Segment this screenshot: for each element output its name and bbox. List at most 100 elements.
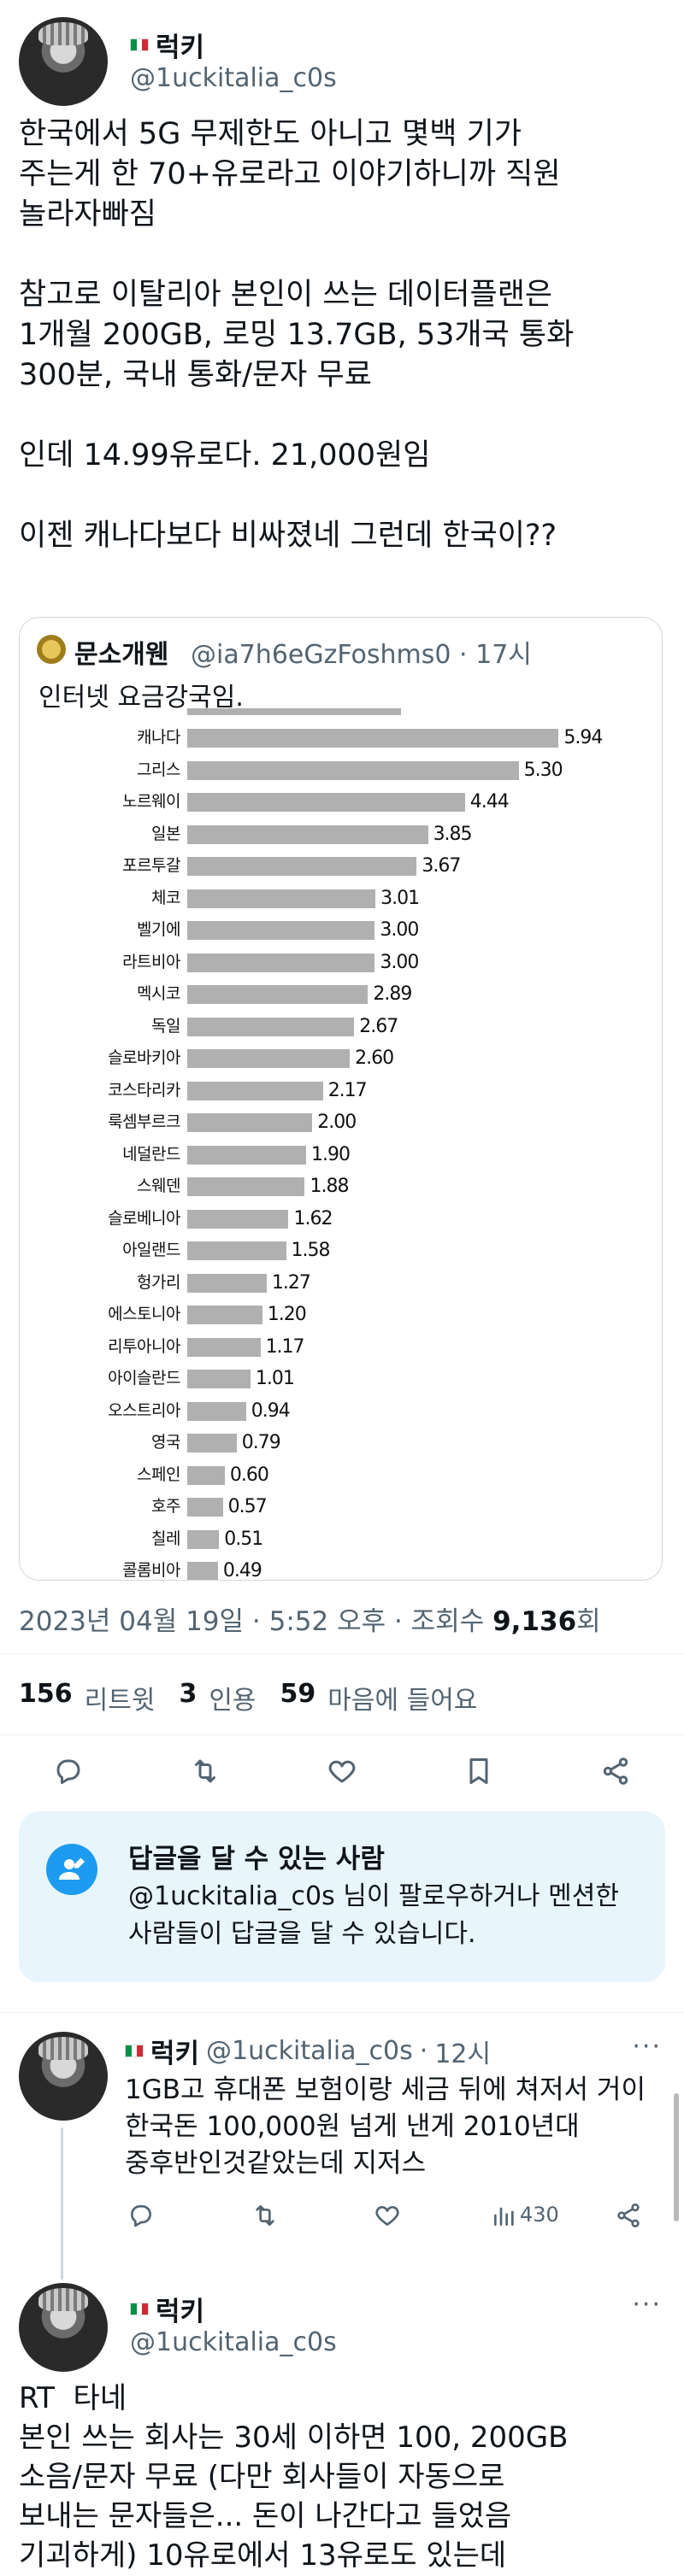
chart-value-label: 1.01 xyxy=(255,1368,295,1389)
more-options-button[interactable]: ··· xyxy=(632,2290,662,2320)
reply-handle[interactable]: @1uckitalia_c0s xyxy=(206,2036,413,2066)
chart-category-label: 영국 xyxy=(151,1433,180,1452)
reply-time[interactable]: 12시 xyxy=(434,2033,491,2070)
chart-bar xyxy=(187,760,519,780)
reply-handle[interactable]: @1uckitalia_c0s xyxy=(130,2327,337,2357)
reply-button[interactable] xyxy=(47,1750,90,1793)
chart-value-label: 1.17 xyxy=(265,1335,305,1358)
dot-separator: · xyxy=(419,2036,428,2066)
like-icon xyxy=(328,1760,356,1783)
chart-row: 스페인 0.60 xyxy=(20,1459,662,1491)
share-button[interactable] xyxy=(594,1750,637,1793)
display-name[interactable]: 럭키 xyxy=(156,26,204,64)
tweet-timestamp[interactable]: 2023년 04월 19일 · 5:52 오후 · 조회수 9,136회 xyxy=(19,1599,601,1638)
chart-category-label: 포르투갈 xyxy=(122,856,180,875)
chart-value-label: 2.89 xyxy=(373,983,412,1005)
chart-bar xyxy=(187,1370,251,1388)
share-button[interactable] xyxy=(607,2194,650,2237)
chart-category-label: 슬로베니아 xyxy=(108,1208,180,1228)
like-button[interactable] xyxy=(366,2194,409,2237)
notice-title: 답글을 달 수 있는 사람 xyxy=(128,1844,385,1875)
retweet-label[interactable]: 리트윗 xyxy=(85,1679,156,1716)
chart-bar xyxy=(187,985,369,1004)
chart-row: 포르투갈 3.67 xyxy=(20,850,662,882)
chart-bar xyxy=(187,1017,355,1036)
chart-bar xyxy=(187,953,375,972)
retweet-button[interactable] xyxy=(244,2194,286,2237)
reply-display-name[interactable]: 럭키 xyxy=(150,2032,199,2070)
reply-button[interactable] xyxy=(120,2194,162,2237)
chart-bar xyxy=(187,1209,289,1229)
quote-tweet-card[interactable]: 문소개웬 @ia7h6eGzFoshms0 · 17시 인터넷 요금강국임. 캐… xyxy=(19,617,663,1581)
chart-value-label: 1.88 xyxy=(310,1176,349,1197)
reply-avatar[interactable] xyxy=(19,2283,108,2372)
chart-category-label: 스웨덴 xyxy=(137,1177,180,1195)
chart-bar xyxy=(187,1113,313,1132)
chart-value-label: 1.20 xyxy=(267,1304,307,1325)
author-handle[interactable]: @1uckitalia_c0s xyxy=(130,63,337,93)
chart-value-label: 0.79 xyxy=(241,1432,281,1453)
bookmark-button[interactable] xyxy=(457,1750,500,1793)
retweet-count[interactable]: 156 xyxy=(19,1679,73,1716)
chart-category-label: 칠레 xyxy=(151,1529,180,1548)
engagement-stats: 156 리트윗 3 인용 59 마음에 들어요 xyxy=(19,1679,489,1716)
reply-action-bar: 430 xyxy=(0,2194,684,2228)
retweet-icon xyxy=(195,1759,215,1783)
chart-category-label: 에스토니아 xyxy=(108,1305,180,1323)
author-name-row[interactable]: 럭키 xyxy=(130,26,204,64)
share-icon xyxy=(617,2203,640,2227)
chart-bar xyxy=(187,1465,225,1485)
divider xyxy=(0,2012,684,2013)
quote-label[interactable]: 인용 xyxy=(209,1679,256,1716)
chart-value-label: 2.67 xyxy=(359,1015,398,1037)
chart-value-label: 0.49 xyxy=(222,1560,262,1581)
cropped-bar xyxy=(187,708,401,715)
chart-bar xyxy=(187,921,375,940)
like-label[interactable]: 마음에 들어요 xyxy=(327,1679,477,1716)
chart-value-label: 3.85 xyxy=(433,823,473,845)
tweet-action-bar xyxy=(0,1750,684,1801)
chart-value-label: 0.51 xyxy=(224,1528,263,1550)
chart-value-label: 0.94 xyxy=(251,1399,291,1422)
chart-row: 헝가리 1.27 xyxy=(20,1267,662,1299)
chart-row: 노르웨이 4.44 xyxy=(20,786,662,818)
chart-category-label: 아일랜드 xyxy=(122,1241,180,1259)
analytics-icon xyxy=(494,2207,514,2226)
chart-category-label: 일본 xyxy=(151,824,180,843)
reply-name-row[interactable]: 럭키 @1uckitalia_c0s · 12시 xyxy=(125,2032,491,2070)
chart-row: 체코 3.01 xyxy=(20,883,662,914)
datetime: 2023년 04월 19일 · 5:52 오후 · 조회수 xyxy=(19,1606,485,1637)
chart-category-label: 벨기에 xyxy=(137,920,180,939)
quote-handle: @ia7h6eGzFoshms0 xyxy=(191,640,451,670)
chart-category-label: 오스트리아 xyxy=(108,1400,180,1420)
chart-category-label: 캐나다 xyxy=(137,728,180,747)
chart-bar xyxy=(187,889,376,908)
reply-avatar[interactable] xyxy=(19,2032,108,2121)
reply-name-row[interactable]: 럭키 xyxy=(130,2290,204,2328)
quote-display-name: 문소개웬 xyxy=(74,640,169,670)
chart-row: 콜롬비아 0.49 xyxy=(20,1555,662,1581)
chart-category-label: 네덜란드 xyxy=(122,1144,180,1164)
quote-count[interactable]: 3 xyxy=(179,1679,197,1716)
like-count[interactable]: 59 xyxy=(280,1679,316,1716)
chart-category-label: 멕시코 xyxy=(137,984,180,1003)
like-button[interactable] xyxy=(321,1750,363,1793)
reply-display-name[interactable]: 럭키 xyxy=(156,2290,204,2328)
chart-value-label: 3.01 xyxy=(380,887,420,909)
chart-category-label: 라트비아 xyxy=(122,952,180,971)
chart-row: 리투아니아 1.17 xyxy=(20,1331,662,1363)
chart-bar xyxy=(187,1337,261,1357)
chart-bar xyxy=(187,1434,237,1452)
chart-row: 멕시코 2.89 xyxy=(20,978,662,1010)
italy-flag-icon xyxy=(130,38,149,51)
dot-separator: · xyxy=(459,640,476,670)
chart-row: 칠레 0.51 xyxy=(20,1523,662,1555)
more-options-button[interactable]: ··· xyxy=(632,2032,662,2062)
chart-value-label: 3.00 xyxy=(380,919,419,941)
chart-row: 캐나다 5.94 xyxy=(20,722,662,754)
chart-bar xyxy=(187,857,417,876)
retweet-button[interactable] xyxy=(184,1750,227,1793)
avatar[interactable] xyxy=(19,17,108,106)
scrollbar[interactable] xyxy=(674,2093,679,2221)
chart-row: 독일 2.67 xyxy=(20,1011,662,1042)
